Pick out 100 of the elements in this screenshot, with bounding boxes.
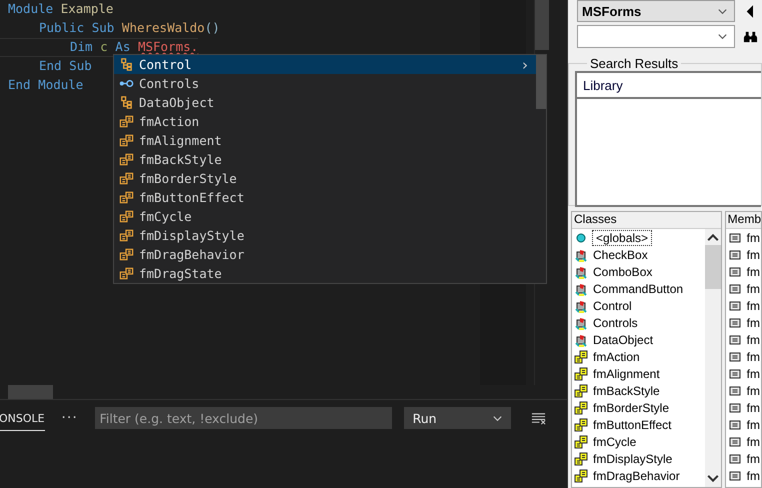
class-item[interactable]: fmAlignment	[572, 365, 705, 382]
class-item[interactable]: <globals>	[572, 229, 705, 246]
enum-icon	[574, 400, 588, 414]
class-item[interactable]: CommandButton	[572, 280, 705, 297]
search-dropdown[interactable]	[577, 25, 735, 48]
code-line: Module Example	[7, 0, 114, 18]
constant-icon	[728, 350, 742, 364]
constant-icon	[728, 468, 742, 482]
enum-icon	[119, 190, 134, 205]
class-item[interactable]: fmAction	[572, 348, 705, 365]
member-item[interactable]: fm	[746, 282, 760, 296]
member-item[interactable]: fm	[746, 350, 760, 364]
member-item[interactable]: fm	[746, 230, 760, 244]
run-dropdown[interactable]: Run	[404, 407, 511, 429]
member-item[interactable]: fm	[746, 298, 760, 312]
scrollbar-thumb[interactable]	[535, 0, 549, 50]
constant-icon	[728, 332, 742, 346]
enum-icon	[119, 171, 134, 186]
member-item[interactable]: fm	[746, 248, 760, 262]
module-icon	[574, 298, 588, 312]
filter-field[interactable]: Filter (e.g. text, !exclude)	[94, 407, 392, 429]
class-icon	[119, 57, 134, 72]
column-header[interactable]: Library	[577, 78, 623, 92]
member-item[interactable]: fm	[746, 366, 760, 380]
suggestion-item[interactable]: Control ›	[114, 55, 536, 74]
code-line: Dim c As MSForms.	[0, 38, 198, 57]
enum-icon	[119, 209, 134, 224]
suggestion-item[interactable]: fmAlignment	[114, 131, 536, 150]
constant-icon	[728, 264, 742, 278]
clear-output-icon[interactable]	[530, 410, 546, 426]
member-item[interactable]: fm	[746, 264, 760, 278]
enum-icon	[574, 468, 588, 482]
enum-icon	[574, 384, 588, 398]
more-actions-button[interactable]: ···	[54, 410, 85, 426]
class-item[interactable]: Controls	[572, 314, 705, 331]
member-item[interactable]: fm	[746, 452, 760, 466]
binoculars-icon[interactable]	[743, 29, 758, 44]
member-item[interactable]: fm	[746, 384, 760, 398]
class-item[interactable]: Control	[572, 297, 705, 314]
constant-icon	[728, 384, 742, 398]
constant-icon	[728, 230, 742, 244]
member-item[interactable]: fm	[746, 400, 760, 414]
scrollbar-thumb[interactable]	[8, 385, 53, 399]
class-item[interactable]: fmBackStyle	[572, 382, 705, 399]
constant-icon	[728, 366, 742, 380]
suggestion-item[interactable]: fmButtonEffect	[114, 188, 536, 207]
suggestion-item[interactable]: Controls	[114, 74, 536, 93]
class-icon	[119, 95, 134, 110]
class-item[interactable]: fmCycle	[572, 433, 705, 450]
module-icon	[574, 264, 588, 278]
constant-icon	[728, 282, 742, 296]
enum-icon	[574, 366, 588, 380]
constant-icon	[728, 400, 742, 414]
enum-icon	[574, 350, 588, 364]
constant-icon	[728, 248, 742, 262]
module-icon	[574, 316, 588, 330]
suggestion-item[interactable]: fmDragBehavior	[114, 245, 536, 264]
constant-icon	[728, 418, 742, 432]
class-item[interactable]: fmButtonEffect	[572, 416, 705, 433]
module-icon	[574, 282, 588, 296]
enum-icon	[119, 152, 134, 167]
library-dropdown[interactable]: MSForms	[577, 0, 735, 22]
class-item[interactable]: ComboBox	[572, 263, 705, 280]
chevron-icon[interactable]: ›	[522, 56, 528, 74]
enum-icon	[119, 247, 134, 262]
class-item[interactable]: fmDisplayStyle	[572, 450, 705, 467]
constant-icon	[728, 316, 742, 330]
enum-icon	[574, 434, 588, 448]
member-item[interactable]: fm	[746, 434, 760, 448]
code-line: Public Sub WheresWaldo()	[38, 19, 220, 37]
enum-icon	[119, 266, 134, 281]
code-line: End Sub	[38, 57, 92, 75]
scrollbar-thumb[interactable]	[704, 245, 721, 289]
class-item[interactable]: fmDragBehavior	[572, 467, 705, 484]
class-item[interactable]: fmBorderStyle	[572, 399, 705, 416]
constant-icon	[728, 452, 742, 466]
module-icon	[574, 332, 588, 346]
suggestion-item[interactable]: fmDisplayStyle	[114, 226, 536, 245]
member-item[interactable]: fm	[746, 468, 760, 482]
globe-dot-icon	[574, 230, 588, 244]
suggestion-item[interactable]: fmDragState	[114, 264, 536, 283]
suggestion-item[interactable]: fmBackStyle	[114, 150, 536, 169]
enum-icon	[119, 228, 134, 243]
suggestion-item[interactable]: fmCycle	[114, 207, 536, 226]
scrollbar-thumb[interactable]	[536, 55, 546, 109]
member-item[interactable]: fm	[746, 332, 760, 346]
column-header: Classes	[572, 212, 721, 229]
enum-icon	[574, 452, 588, 466]
module-icon	[574, 248, 588, 262]
column-header: Memb	[726, 212, 761, 229]
suggestion-item[interactable]: fmAction	[114, 112, 536, 131]
suggestion-item[interactable]: fmBorderStyle	[114, 169, 536, 188]
enum-icon	[119, 114, 134, 129]
enum-icon	[119, 133, 134, 148]
member-item[interactable]: fm	[746, 418, 760, 432]
constant-icon	[728, 298, 742, 312]
member-item[interactable]: fm	[746, 316, 760, 330]
suggestion-item[interactable]: DataObject	[114, 93, 536, 112]
class-item[interactable]: CheckBox	[572, 246, 705, 263]
class-item[interactable]: DataObject	[572, 331, 705, 348]
